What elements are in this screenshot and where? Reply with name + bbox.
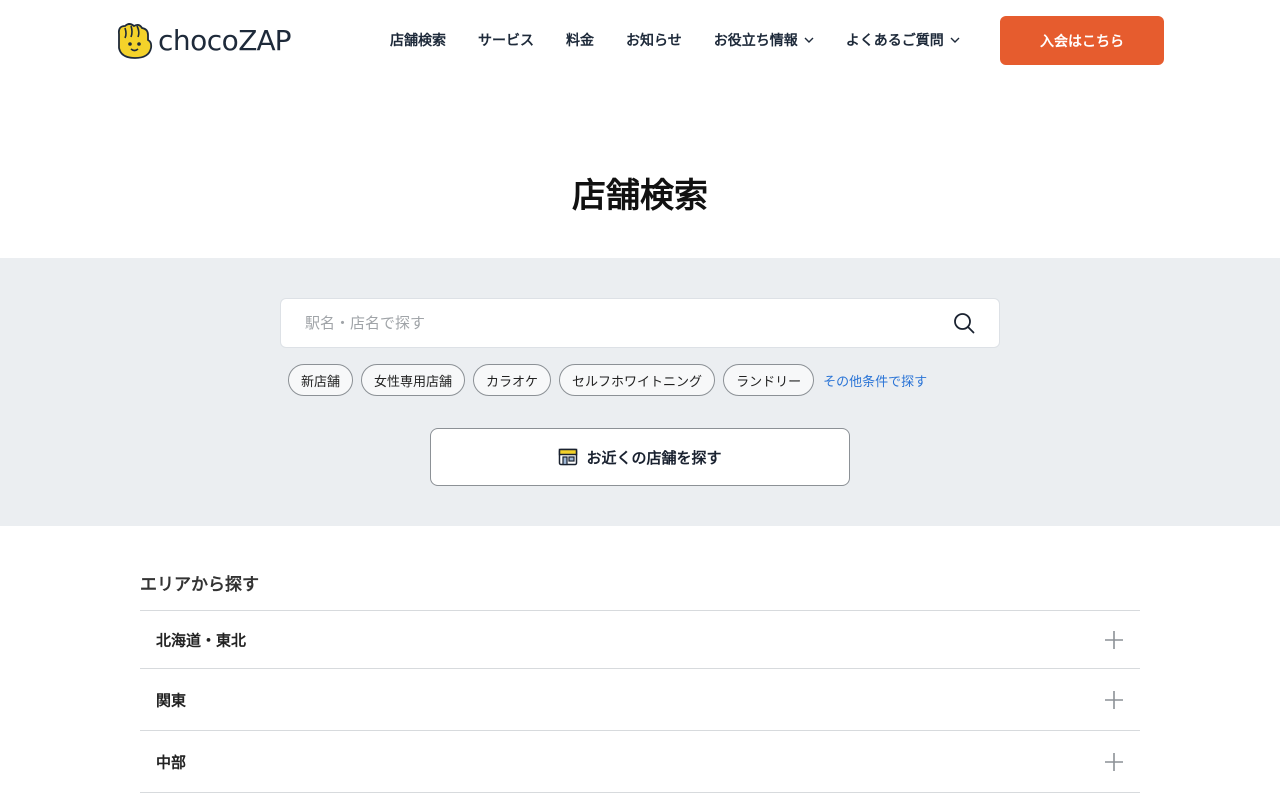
chip-self-whitening[interactable]: セルフホワイトニング	[559, 364, 716, 396]
nav-label: 店舗検索	[390, 33, 446, 49]
site-header: chocoZAP 店舗検索 サービス 料金 お知らせ お役立ち情報 よくあるご質…	[0, 0, 1280, 80]
chip-new-store[interactable]: 新店舗	[288, 364, 354, 396]
nav-item-useful-info[interactable]: お役立ち情報	[714, 30, 814, 50]
plus-icon	[1105, 690, 1123, 709]
plus-icon	[1105, 752, 1123, 771]
nav-label: よくあるご質問	[845, 33, 944, 49]
store-icon	[559, 448, 578, 466]
area-item-label: 関東	[156, 691, 187, 709]
chocozap-logo[interactable]: chocoZAP	[115, 20, 292, 60]
search-box	[280, 298, 1000, 348]
search-panel: 新店舗 女性専用店舗 カラオケ セルフホワイトニング ランドリー その他条件で探…	[0, 258, 1280, 526]
nearby-store-label: お近くの店舗を探す	[586, 448, 722, 467]
search-icon[interactable]	[953, 312, 975, 334]
area-section-title: エリアから探す	[140, 575, 259, 595]
area-item-label: 中部	[156, 753, 187, 771]
nearby-store-button[interactable]: お近くの店舗を探す	[430, 428, 850, 486]
logo-text-choco: choco	[158, 23, 239, 57]
plus-icon	[1105, 630, 1123, 649]
nav-label: お役立ち情報	[713, 33, 798, 49]
logo-text-zap: ZAP	[238, 23, 291, 57]
chip-karaoke[interactable]: カラオケ	[473, 364, 552, 396]
nav-label: サービス	[478, 33, 534, 49]
area-item-label: 北海道・東北	[156, 631, 247, 649]
main-nav: 店舗検索 サービス 料金 お知らせ お役立ち情報 よくあるご質問	[390, 29, 960, 51]
nav-label: 料金	[566, 33, 594, 49]
chip-women-only[interactable]: 女性専用店舗	[361, 364, 466, 396]
logo-mascot-icon	[117, 23, 153, 59]
nav-item-pricing[interactable]: 料金	[566, 30, 594, 50]
page-title: 店舗検索	[572, 176, 708, 216]
nav-item-service[interactable]: サービス	[478, 30, 534, 50]
nav-item-faq[interactable]: よくあるご質問	[846, 30, 960, 50]
chevron-down-icon	[950, 37, 960, 43]
join-button[interactable]: 入会はこちら	[1000, 16, 1164, 65]
chevron-down-icon	[804, 37, 814, 43]
nav-item-store-search[interactable]: 店舗検索	[390, 30, 446, 50]
area-item-chubu[interactable]: 中部	[140, 731, 1140, 793]
area-item-hokkaido-tohoku[interactable]: 北海道・東北	[140, 611, 1140, 669]
more-conditions-link[interactable]: その他条件で探す	[823, 371, 927, 390]
filter-chips: 新店舗 女性専用店舗 カラオケ セルフホワイトニング ランドリー その他条件で探…	[288, 364, 927, 396]
logo-wordmark: chocoZAP	[158, 23, 292, 57]
search-input[interactable]	[305, 299, 945, 347]
area-item-kanto[interactable]: 関東	[140, 669, 1140, 731]
nav-item-news[interactable]: お知らせ	[626, 30, 682, 50]
chip-laundry[interactable]: ランドリー	[723, 364, 815, 396]
area-accordion: 北海道・東北 関東 中部	[140, 610, 1140, 793]
nav-label: お知らせ	[626, 33, 682, 49]
